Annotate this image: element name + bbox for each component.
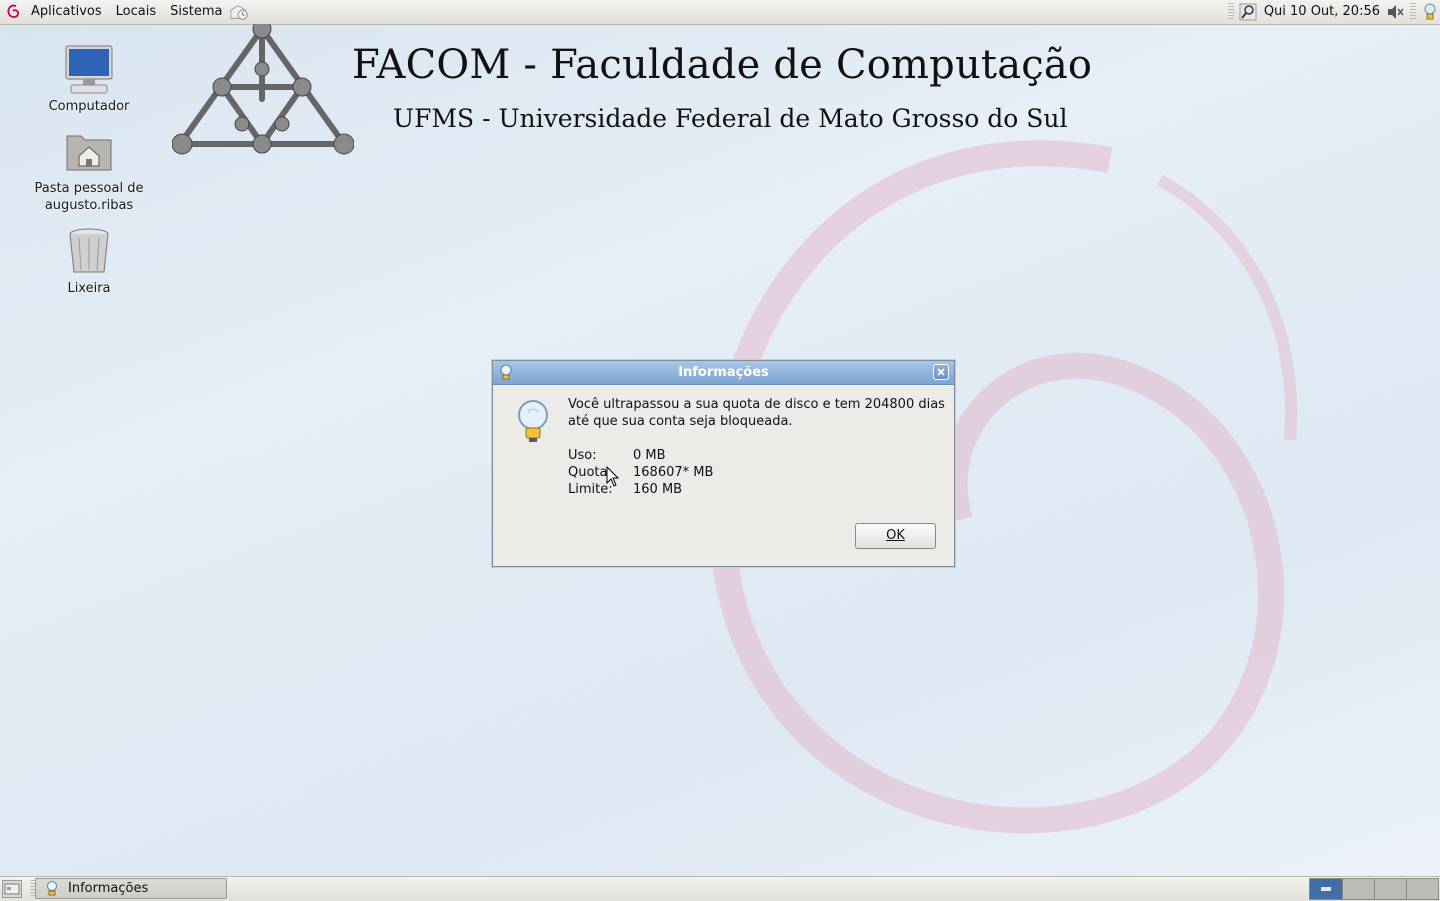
lightbulb-icon <box>47 880 57 895</box>
info-bulb-icon <box>518 400 548 442</box>
mail-clock-icon[interactable] <box>229 0 249 24</box>
workspace-2[interactable] <box>1342 879 1374 899</box>
volume-icon[interactable] <box>1386 0 1406 24</box>
info-value: 0 MB <box>633 448 666 463</box>
info-key: Uso: <box>568 448 597 463</box>
desktop-icon-label: Computador <box>48 99 130 114</box>
panel-handle[interactable] <box>1227 3 1234 21</box>
desktop-icon-home[interactable]: Pasta pessoal de augusto.ribas <box>29 126 149 214</box>
facom-triangle-logo <box>172 24 354 155</box>
debian-swirl-icon[interactable] <box>4 0 24 24</box>
wallpaper-subtitle: UFMS - Universidade Federal de Mato Gros… <box>393 104 1068 133</box>
taskbar-item-label: Informações <box>68 881 149 896</box>
info-value: 168607* MB <box>633 465 714 480</box>
workspace-3[interactable] <box>1374 879 1406 899</box>
info-key: Quota: <box>568 465 612 480</box>
info-value: 160 MB <box>633 482 683 497</box>
desktop-icon-computador[interactable]: Computador <box>29 44 149 115</box>
workspace-switcher <box>1309 878 1439 900</box>
menu-locais[interactable]: Locais <box>109 0 163 24</box>
info-row-limite: Limite: 160 MB <box>568 481 713 498</box>
computer-icon <box>63 44 115 96</box>
home-folder-icon <box>63 126 115 178</box>
panel-handle-2[interactable] <box>1410 3 1416 21</box>
mouse-pointer-icon <box>606 466 620 487</box>
wallpaper-title: FACOM - Faculdade de Computação <box>352 42 1093 88</box>
trash-icon <box>63 226 115 278</box>
info-key: Limite: <box>568 482 613 497</box>
dialog-titlebar[interactable]: Informações <box>493 361 954 385</box>
menu-sistema[interactable]: Sistema <box>163 0 229 24</box>
desktop-icon-label: Lixeira <box>67 281 111 296</box>
info-dialog: Informações Você ultrapassou a sua quota… <box>492 360 955 567</box>
ok-button[interactable]: OK <box>855 523 936 549</box>
clock[interactable]: Qui 10 Out, 20:56 <box>1258 0 1386 24</box>
close-button[interactable] <box>933 364 949 380</box>
dialog-title: Informações <box>678 365 769 380</box>
close-icon <box>937 368 945 376</box>
show-desktop-button[interactable] <box>2 880 22 898</box>
facom-logo-block: FACOM - Faculdade de Computação UFMS - U… <box>172 24 1092 164</box>
workspace-4[interactable] <box>1406 879 1438 899</box>
search-icon[interactable] <box>1238 0 1258 24</box>
lightbulb-icon <box>500 364 512 380</box>
quota-info-table: Uso: 0 MB Quota: 168607* MB Limite: 160 … <box>568 447 713 498</box>
show-desktop-icon <box>4 883 20 895</box>
desktop-icon-lixeira[interactable]: Lixeira <box>29 226 149 297</box>
info-row-uso: Uso: 0 MB <box>568 447 713 464</box>
dialog-message: Você ultrapassou a sua quota de disco e … <box>568 397 945 429</box>
menu-aplicativos[interactable]: Aplicativos <box>24 0 109 24</box>
lightbulb-icon[interactable] <box>1420 0 1440 24</box>
bottom-panel: Informações <box>0 876 1440 901</box>
top-panel: Aplicativos Locais Sistema Qui 10 Out, 2… <box>0 0 1440 25</box>
workspace-1[interactable] <box>1310 879 1342 899</box>
desktop-icon-label: Pasta pessoal de augusto.ribas <box>34 181 144 213</box>
taskbar-item-informacoes[interactable]: Informações <box>35 878 227 899</box>
info-row-quota: Quota: 168607* MB <box>568 464 713 481</box>
